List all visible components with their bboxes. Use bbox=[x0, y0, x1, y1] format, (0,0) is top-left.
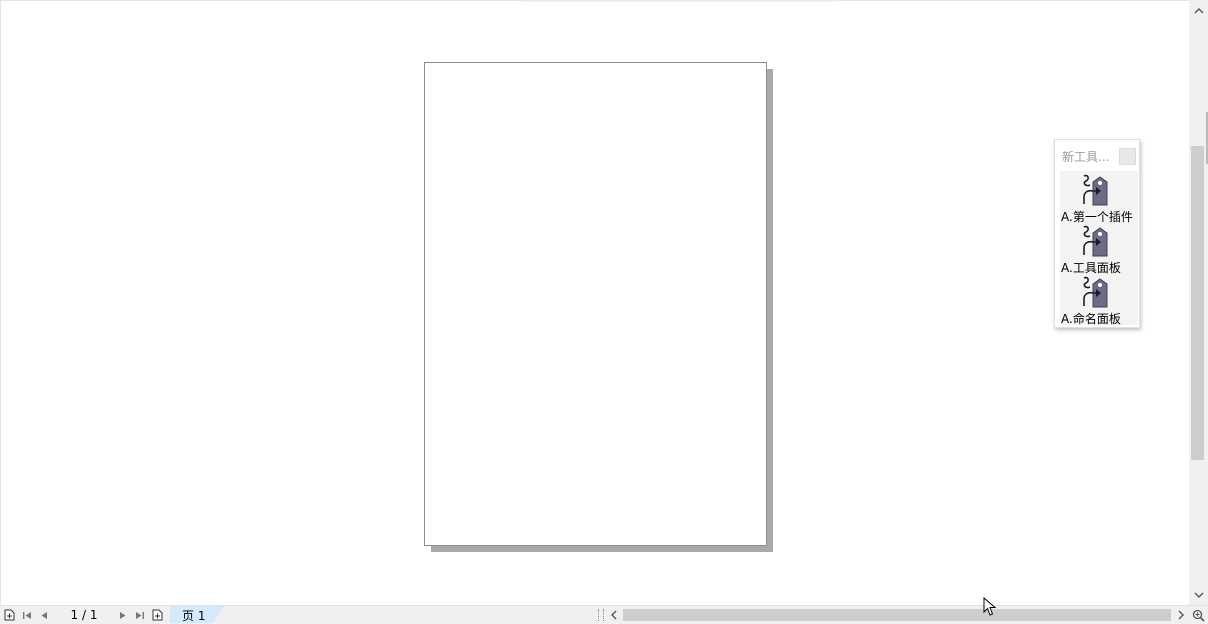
tool-item-label: A.命名面板 bbox=[1061, 312, 1121, 326]
splitter-handle[interactable] bbox=[598, 609, 604, 621]
page-tab[interactable]: 页 1 bbox=[170, 606, 223, 623]
tool-panel-close-button[interactable] bbox=[1119, 148, 1136, 165]
insert-page-after-icon[interactable] bbox=[149, 607, 165, 623]
tool-item-first-plugin[interactable]: A.第一个插件 bbox=[1060, 173, 1140, 224]
vertical-scroll-thumb[interactable] bbox=[1191, 146, 1204, 460]
scroll-right-icon[interactable] bbox=[1173, 607, 1189, 623]
page-navigation-bar: 1 / 1 页 1 bbox=[0, 605, 1208, 624]
mouse-pointer-icon bbox=[983, 597, 997, 616]
tool-item-naming-panel[interactable]: A.命名面板 bbox=[1060, 275, 1140, 326]
last-page-icon[interactable] bbox=[132, 607, 148, 623]
zoom-icon[interactable] bbox=[1189, 607, 1208, 623]
tag-plugin-icon bbox=[1083, 276, 1108, 308]
tool-item-label: A.工具面板 bbox=[1061, 261, 1121, 275]
insert-page-before-icon[interactable] bbox=[1, 607, 17, 623]
tag-plugin-icon bbox=[1083, 225, 1108, 257]
next-page-icon[interactable] bbox=[115, 607, 131, 623]
scroll-left-icon[interactable] bbox=[605, 607, 621, 623]
page-tab-label: 页 1 bbox=[182, 609, 206, 623]
horizontal-scroll-thumb[interactable] bbox=[623, 609, 1171, 621]
tool-panel-title[interactable]: 新工具... bbox=[1062, 148, 1109, 165]
first-page-icon[interactable] bbox=[19, 607, 35, 623]
scroll-up-icon[interactable] bbox=[1189, 2, 1208, 19]
tool-panel: 新工具... A.第一个插件 A.工具面板 A.命名面板 bbox=[1054, 139, 1140, 328]
previous-page-icon[interactable] bbox=[36, 607, 52, 623]
tool-item-tool-panel[interactable]: A.工具面板 bbox=[1060, 224, 1140, 275]
document-page[interactable] bbox=[424, 62, 767, 546]
tool-panel-body: A.第一个插件 A.工具面板 A.命名面板 bbox=[1060, 171, 1140, 326]
vertical-scrollbar[interactable] bbox=[1189, 0, 1208, 605]
tag-plugin-icon bbox=[1083, 174, 1108, 206]
top-ruler-hint bbox=[520, 0, 836, 2]
scroll-down-icon[interactable] bbox=[1189, 587, 1208, 604]
page-counter: 1 / 1 bbox=[70, 608, 98, 622]
tool-item-label: A.第一个插件 bbox=[1061, 210, 1133, 224]
